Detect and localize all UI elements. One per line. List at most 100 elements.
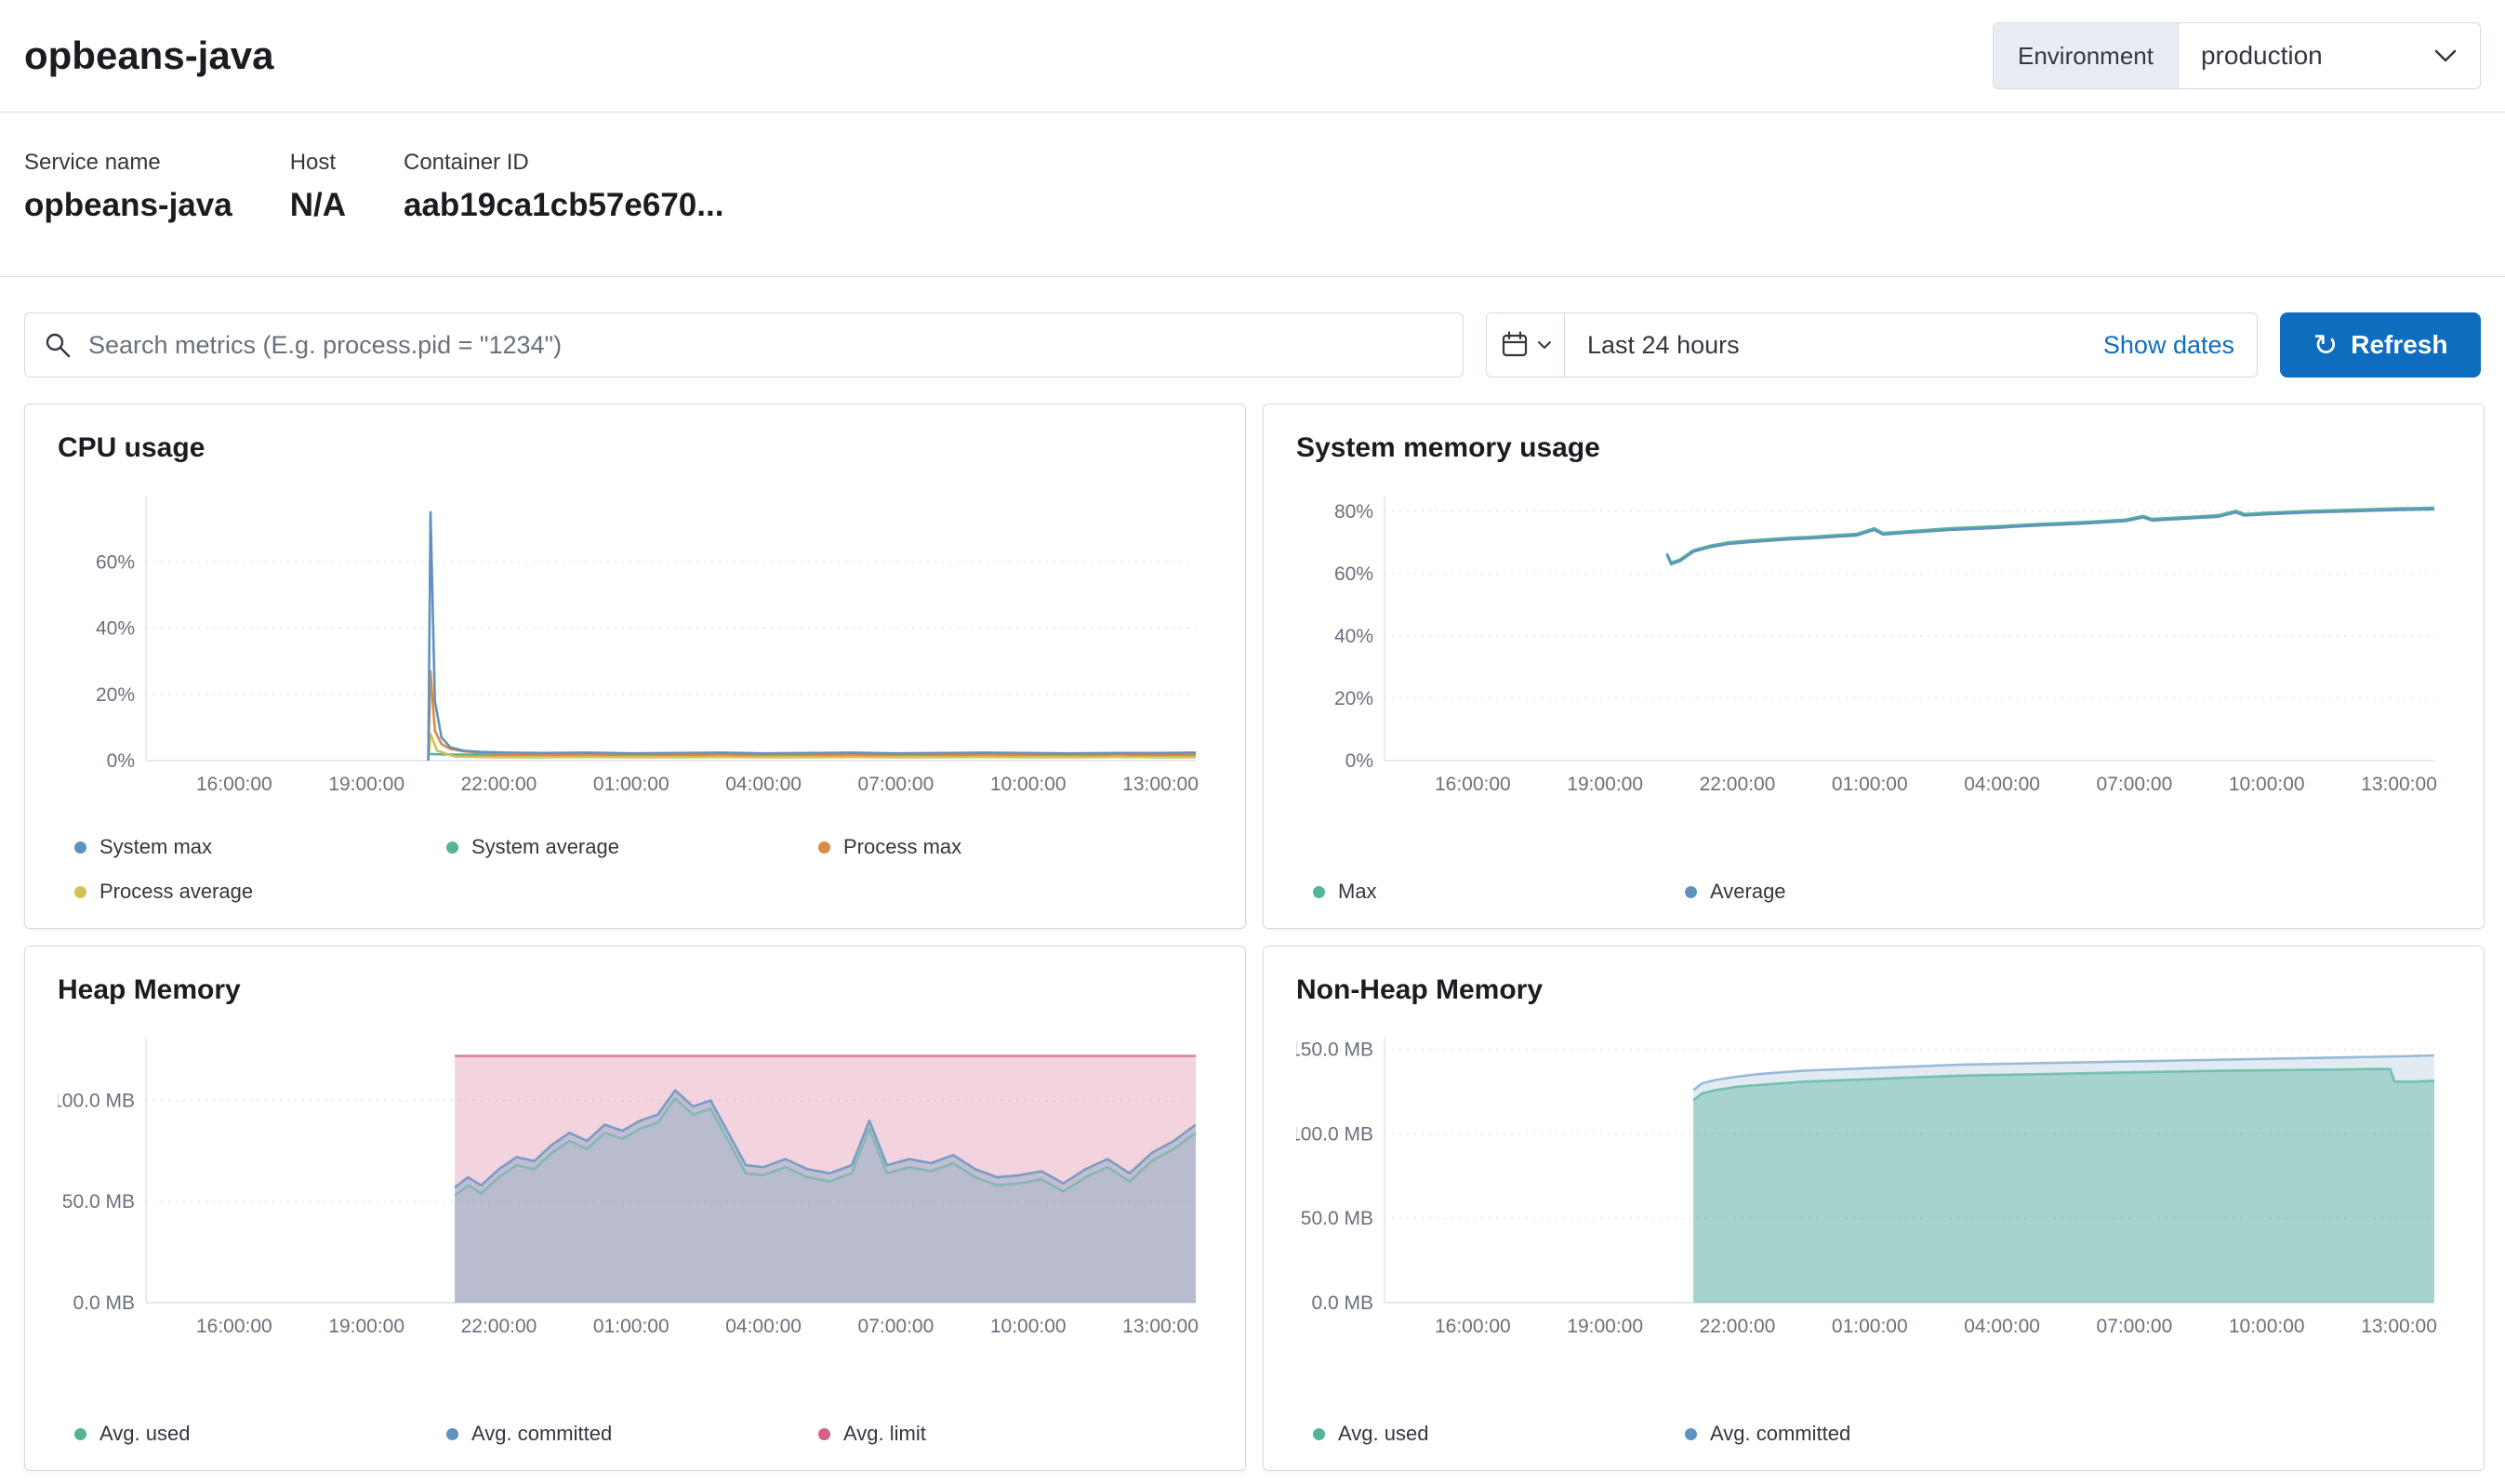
legend-item[interactable]: Avg. used	[74, 1422, 446, 1446]
svg-text:07:00:00: 07:00:00	[858, 1316, 934, 1337]
legend-label: Avg. used	[1338, 1422, 1428, 1446]
svg-text:100.0 MB: 100.0 MB	[58, 1090, 135, 1111]
heap-memory-title: Heap Memory	[58, 974, 1213, 1006]
service-name-label: Service name	[24, 150, 232, 176]
svg-text:19:00:00: 19:00:00	[328, 774, 404, 795]
legend-label: System max	[99, 835, 212, 859]
svg-text:16:00:00: 16:00:00	[196, 1316, 272, 1337]
show-dates-link[interactable]: Show dates	[2103, 331, 2234, 360]
svg-text:01:00:00: 01:00:00	[1832, 774, 1908, 795]
chevron-down-icon	[1537, 340, 1552, 350]
legend-dot	[1685, 1428, 1697, 1440]
svg-text:16:00:00: 16:00:00	[196, 774, 272, 795]
legend-label: Avg. used	[99, 1422, 190, 1446]
svg-text:80%: 80%	[1334, 501, 1373, 523]
service-title: opbeans-java	[24, 33, 273, 78]
svg-text:01:00:00: 01:00:00	[593, 774, 669, 795]
legend-item[interactable]: Avg. committed	[446, 1422, 818, 1446]
host-field: Host N/A	[290, 150, 346, 224]
svg-text:60%: 60%	[96, 551, 135, 573]
svg-text:04:00:00: 04:00:00	[1964, 774, 2040, 795]
heap-memory-chart[interactable]: 0.0 MB50.0 MB100.0 MB16:00:0019:00:0022:…	[58, 1025, 1213, 1345]
legend-dot	[74, 1428, 86, 1440]
non-heap-memory-title: Non-Heap Memory	[1296, 974, 2451, 1006]
svg-text:50.0 MB: 50.0 MB	[62, 1191, 135, 1212]
search-box	[24, 312, 1464, 378]
legend-item[interactable]: Average	[1685, 880, 2057, 904]
container-id-field: Container ID aab19ca1cb57e670...	[404, 150, 723, 224]
svg-text:01:00:00: 01:00:00	[1832, 1316, 1908, 1337]
legend-item[interactable]: Avg. limit	[818, 1422, 1190, 1446]
legend-item[interactable]: Avg. used	[1313, 1422, 1685, 1446]
svg-text:04:00:00: 04:00:00	[725, 774, 802, 795]
svg-text:07:00:00: 07:00:00	[2097, 774, 2173, 795]
page-header: opbeans-java Environment production	[0, 0, 2505, 113]
legend-item[interactable]: Process average	[74, 880, 446, 904]
svg-text:100.0 MB: 100.0 MB	[1296, 1123, 1373, 1145]
legend-dot	[818, 841, 830, 854]
environment-value: production	[2201, 41, 2323, 71]
svg-text:0.0 MB: 0.0 MB	[73, 1292, 135, 1314]
svg-text:20%: 20%	[96, 684, 135, 706]
environment-label: Environment	[1994, 23, 2179, 88]
legend-label: Avg. committed	[1710, 1422, 1850, 1446]
legend-dot	[74, 886, 86, 898]
date-picker: Last 24 hours Show dates	[1486, 312, 2258, 378]
legend-item[interactable]: Avg. committed	[1685, 1422, 2057, 1446]
legend-label: Process max	[843, 835, 961, 859]
cpu-usage-chart[interactable]: 0% 20% 40% 60% 16:00:00 19:00:00 22:00:00 01:00…	[58, 483, 1213, 803]
svg-text:0%: 0%	[107, 750, 135, 772]
svg-text:20%: 20%	[1334, 688, 1373, 709]
legend-label: Average	[1710, 880, 1786, 904]
svg-text:40%: 40%	[1334, 626, 1373, 647]
svg-text:0.0 MB: 0.0 MB	[1311, 1292, 1373, 1314]
svg-text:10:00:00: 10:00:00	[990, 1316, 1067, 1337]
system-memory-chart[interactable]: 0%20%40%60%80%16:00:0019:00:0022:00:0001…	[1296, 483, 2451, 803]
legend-dot	[446, 1428, 458, 1440]
legend-dot	[1313, 886, 1325, 898]
time-range-display[interactable]: Last 24 hours Show dates	[1565, 313, 2257, 377]
service-info-bar: Service name opbeans-java Host N/A Conta…	[0, 113, 2505, 277]
svg-text:40%: 40%	[96, 618, 135, 640]
legend-label: Process average	[99, 880, 253, 904]
svg-text:10:00:00: 10:00:00	[2229, 1316, 2305, 1337]
environment-selector[interactable]: Environment production	[1993, 22, 2481, 89]
svg-text:22:00:00: 22:00:00	[1700, 1316, 1776, 1337]
legend-dot	[1313, 1428, 1325, 1440]
svg-text:22:00:00: 22:00:00	[1700, 774, 1776, 795]
svg-text:13:00:00: 13:00:00	[1122, 774, 1199, 795]
search-metrics-input[interactable]	[86, 330, 1444, 361]
legend-label: System average	[471, 835, 619, 859]
legend-item[interactable]: System max	[74, 835, 446, 859]
calendar-dropdown-button[interactable]	[1487, 313, 1565, 377]
svg-text:13:00:00: 13:00:00	[2361, 1316, 2437, 1337]
legend-dot	[818, 1428, 830, 1440]
refresh-button[interactable]: ↻ Refresh	[2280, 312, 2481, 378]
container-id-label: Container ID	[404, 150, 723, 176]
non-heap-memory-legend: Avg. used Avg. committed	[1296, 1422, 2451, 1446]
svg-text:10:00:00: 10:00:00	[2229, 774, 2305, 795]
host-label: Host	[290, 150, 346, 176]
legend-dot	[446, 841, 458, 854]
heap-memory-panel: Heap Memory 0.0 MB 50.0 MB 100.0 MB 16:00:0…	[24, 946, 1246, 1471]
legend-item[interactable]: Max	[1313, 880, 1685, 904]
cpu-usage-panel: CPU usage 0%20%40%60%16:00:0019:00:0022:…	[24, 404, 1246, 929]
svg-text:16:00:00: 16:00:00	[1435, 1316, 1511, 1337]
legend-label: Avg. limit	[843, 1422, 926, 1446]
svg-text:60%: 60%	[1334, 563, 1373, 585]
svg-text:22:00:00: 22:00:00	[461, 774, 537, 795]
calendar-icon	[1500, 330, 1530, 360]
service-name-value: opbeans-java	[24, 187, 232, 224]
environment-select[interactable]: production	[2179, 23, 2480, 88]
legend-item[interactable]: System average	[446, 835, 818, 859]
svg-text:150.0 MB: 150.0 MB	[1296, 1040, 1373, 1061]
service-name-field: Service name opbeans-java	[24, 150, 232, 224]
svg-text:22:00:00: 22:00:00	[461, 1316, 537, 1337]
svg-text:16:00:00: 16:00:00	[1435, 774, 1511, 795]
svg-text:0%: 0%	[1345, 750, 1373, 772]
legend-item[interactable]: Process max	[818, 835, 1190, 859]
non-heap-memory-chart[interactable]: 0.0 MB50.0 MB100.0 MB150.0 MB16:00:0019:…	[1296, 1025, 2451, 1345]
svg-text:04:00:00: 04:00:00	[1964, 1316, 2040, 1337]
cpu-usage-legend: System max System average Process max Proce…	[58, 835, 1213, 904]
legend-dot	[1685, 886, 1697, 898]
